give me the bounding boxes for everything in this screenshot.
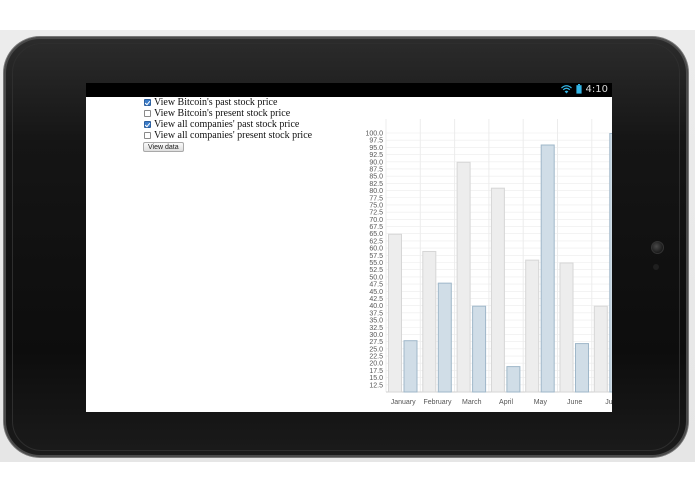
y-tick-label: 32.5 [369,325,383,332]
option-bitcoin-past[interactable]: View Bitcoin's past stock price [143,97,312,108]
x-tick-label: May [534,399,548,406]
bar-series-1 [525,259,540,393]
y-tick-label: 60.0 [369,246,383,253]
bar-series-2 [575,343,589,393]
y-tick-label: 25.0 [369,346,383,353]
y-tick-label: 47.5 [369,282,383,289]
option-label: View Bitcoin's present stock price [154,108,291,119]
y-tick-label: 45.0 [369,289,383,296]
bar-series-2 [437,282,452,393]
option-label: View all companies' past stock price [154,119,300,130]
tablet-screen: 4:10 View Bitcoin's past stock price Vie… [86,83,612,412]
bar-series-1 [490,187,505,393]
y-tick-label: 57.5 [369,253,383,260]
y-tick-label: 50.0 [369,274,383,281]
status-clock: 4:10 [585,84,608,95]
option-label: View all companies' present stock price [154,130,313,141]
view-data-button[interactable]: View data [143,142,184,152]
bar-series-1 [422,250,437,393]
y-tick-label: 67.5 [369,224,383,231]
y-tick-label: 22.5 [369,354,383,361]
x-tick-label: Ju [605,399,612,406]
bar-series-1 [456,161,471,393]
option-companies-present[interactable]: View all companies' present stock price [143,130,312,141]
status-bar: 4:10 [86,83,612,97]
y-tick-label: 77.5 [369,195,383,202]
y-tick-label: 20.0 [369,361,383,368]
y-tick-label: 90.0 [369,159,383,166]
y-tick-label: 52.5 [369,267,383,274]
y-tick-label: 97.5 [369,138,383,145]
checkbox-companies-past[interactable] [144,121,151,128]
y-tick-label: 70.0 [369,217,383,224]
y-tick-label: 92.5 [369,152,383,159]
y-tick-label: 85.0 [369,174,383,181]
front-camera [651,241,664,254]
option-companies-past[interactable]: View all companies' past stock price [143,119,312,130]
option-label: View Bitcoin's past stock price [154,97,278,108]
x-tick-label: February [423,399,452,406]
y-tick-label: 82.5 [369,181,383,188]
y-tick-label: 12.5 [369,382,383,389]
y-tick-label: 35.0 [369,318,383,325]
light-sensor [653,264,659,270]
y-tick-label: 62.5 [369,238,383,245]
y-tick-label: 17.5 [369,368,383,375]
bar-series-2 [506,366,521,393]
y-tick-label: 65.0 [369,231,383,238]
stock-bar-chart: 100.097.595.092.590.087.585.082.580.077.… [365,119,612,406]
bar-series-2 [472,305,487,393]
y-tick-label: 40.0 [369,303,383,310]
x-tick-label: April [499,399,513,406]
y-tick-label: 42.5 [369,296,383,303]
checkbox-bitcoin-past[interactable] [144,99,151,106]
status-indicators: 4:10 [560,84,608,96]
y-tick-label: 87.5 [369,166,383,173]
y-tick-label: 72.5 [369,210,383,217]
y-tick-label: 55.0 [369,260,383,267]
option-bitcoin-present[interactable]: View Bitcoin's present stock price [143,108,312,119]
bar-series-1 [388,233,402,393]
y-tick-label: 37.5 [369,310,383,317]
bar-series-1 [559,262,574,393]
y-tick-label: 95.0 [369,145,383,152]
bar-series-2 [609,133,612,393]
bar-series-1 [593,305,608,393]
y-tick-label: 30.0 [369,332,383,339]
y-tick-label: 80.0 [369,188,383,195]
stock-options-form: View Bitcoin's past stock price View Bit… [143,97,312,141]
x-tick-label: June [567,399,582,406]
checkbox-companies-present[interactable] [144,132,151,139]
x-tick-label: January [391,399,416,406]
bar-series-2 [403,340,418,393]
bar-series-2 [540,144,555,393]
checkbox-bitcoin-present[interactable] [144,110,151,117]
web-content: View Bitcoin's past stock price View Bit… [86,97,612,412]
y-tick-label: 27.5 [369,339,383,346]
x-tick-label: March [462,399,482,406]
y-tick-label: 75.0 [369,202,383,209]
y-tick-label: 15.0 [369,375,383,382]
y-tick-label: 100.0 [365,131,383,138]
